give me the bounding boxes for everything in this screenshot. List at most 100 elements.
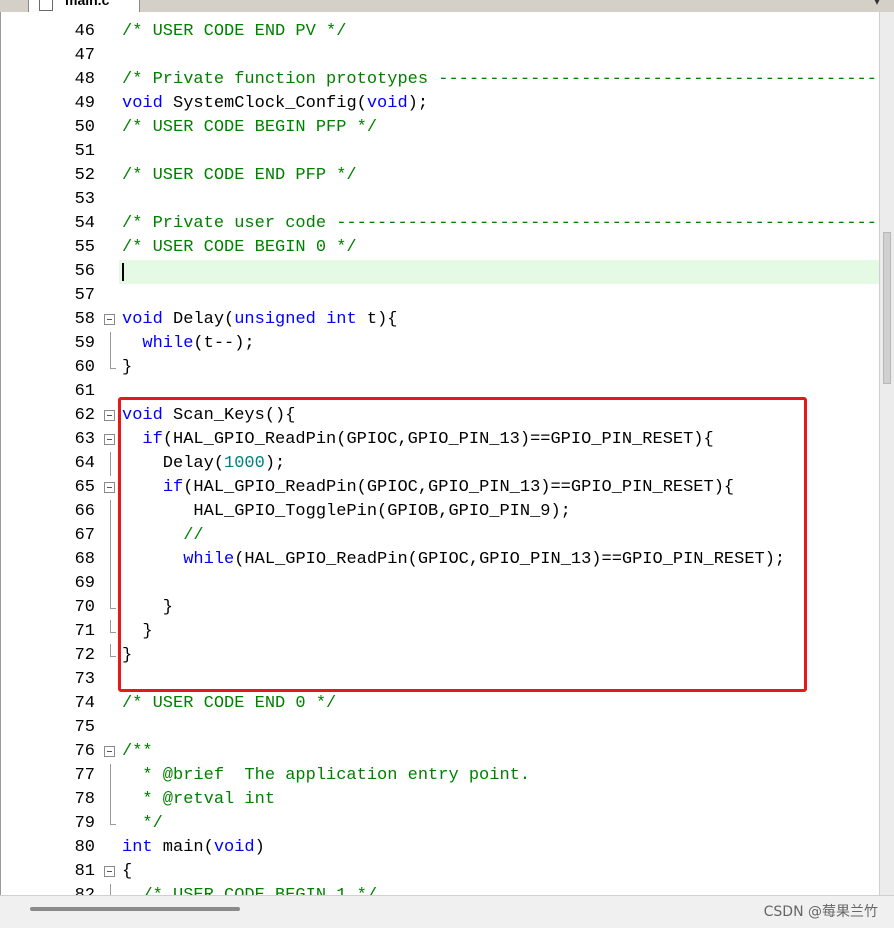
fold-toggle-icon[interactable] [104,410,115,421]
line-number: 61 [74,382,95,401]
fold-guide [110,548,111,572]
code-text: void SystemClock_Config(void); [122,92,428,116]
code-line[interactable]: 52 /* USER CODE END PFP */ [1,164,881,188]
code-text: /* USER CODE BEGIN PFP */ [122,116,377,140]
code-line[interactable]: 56 [1,260,881,284]
comment-token: /* USER CODE END PV */ [122,22,347,41]
code-line[interactable]: 60} [1,356,881,380]
code-line[interactable]: 46 /* USER CODE END PV */ [1,20,881,44]
horizontal-scroll-thumb[interactable] [30,907,240,911]
comment-token: /* Private function prototypes ---------… [122,70,881,89]
fold-guide [110,452,111,476]
fold-toggle-icon[interactable] [104,482,115,493]
keyword-token: while [142,334,194,353]
line-number: 47 [74,46,95,65]
line-number: 68 [74,550,95,569]
line-number: 53 [74,190,95,209]
code-line[interactable]: 55 /* USER CODE BEGIN 0 */ [1,236,881,260]
keyword-token: int [326,310,357,329]
code-text: /* Private function prototypes ---------… [122,68,881,92]
keyword-token: void [122,310,163,329]
tab-label: main.c [65,0,110,8]
comment-token: /* USER CODE END 0 */ [122,694,337,713]
vertical-scroll-thumb[interactable] [883,232,891,384]
line-number: 60 [74,358,95,377]
code-token: } [122,358,133,377]
code-text: /** [122,740,153,764]
fold-end-marker [110,596,116,609]
line-number: 70 [74,598,95,617]
code-line[interactable]: 77 * @brief The application entry point. [1,764,881,788]
highlight-box [118,397,807,692]
line-number: 65 [74,478,95,497]
line-number: 55 [74,238,95,257]
code-line[interactable]: 53 [1,188,881,212]
line-number: 74 [74,694,95,713]
code-token: ) [254,838,265,857]
fold-toggle-icon[interactable] [104,746,115,757]
code-line[interactable]: 74 /* USER CODE END 0 */ [1,692,881,716]
fold-toggle-icon[interactable] [104,866,115,877]
line-number: 57 [74,286,95,305]
line-number: 63 [74,430,95,449]
line-number: 77 [74,766,95,785]
code-line[interactable]: 80 int main(void) [1,836,881,860]
line-number: 69 [74,574,95,593]
line-number: 78 [74,790,95,809]
vertical-scrollbar[interactable] [879,12,894,896]
tab-main-c[interactable]: main.c [28,0,140,12]
code-token: ); [407,94,429,113]
line-number: 76 [74,742,95,761]
code-line[interactable]: 58 void Delay(unsigned int t){ [1,308,881,332]
code-line[interactable]: 54 /* Private user code -----------------… [1,212,881,236]
code-line[interactable]: 48 /* Private function prototypes -------… [1,68,881,92]
horizontal-scrollbar[interactable]: CSDN @莓果兰竹 [0,895,894,928]
code-line[interactable]: 49 void SystemClock_Config(void); [1,92,881,116]
c-file-icon [39,0,53,11]
line-number: 56 [74,262,95,281]
line-number: 49 [74,94,95,113]
code-text: /* Private user code -------------------… [122,212,881,236]
keyword-token: int [122,838,153,857]
code-token: { [122,862,133,881]
fold-guide [110,500,111,524]
line-number: 81 [74,862,95,881]
code-token: t){ [356,310,398,329]
line-number: 58 [74,310,95,329]
line-number: 72 [74,646,95,665]
code-token: (t--); [193,334,255,353]
comment-token: * @brief The application entry point. [122,766,531,785]
line-number: 51 [74,142,95,161]
keyword-token: void [213,838,255,857]
code-text: void Delay(unsigned int t){ [122,308,397,332]
keyword-token: unsigned [234,310,316,329]
tab-list-chevron-icon[interactable]: ▾ [874,0,880,8]
line-number: 54 [74,214,95,233]
code-line[interactable]: 47 [1,44,881,68]
code-line[interactable]: 57 [1,284,881,308]
code-token: main( [152,838,214,857]
fold-end-marker [110,644,116,657]
code-line[interactable]: 50 /* USER CODE BEGIN PFP */ [1,116,881,140]
code-line[interactable]: 51 [1,140,881,164]
line-number: 52 [74,166,95,185]
code-line[interactable]: 59 while(t--); [1,332,881,356]
code-line[interactable]: 79 */ [1,812,881,836]
line-number: 80 [74,838,95,857]
line-number: 66 [74,502,95,521]
code-text: /* USER CODE END PFP */ [122,164,357,188]
fold-guide [110,572,111,596]
fold-end-marker [110,812,116,825]
fold-toggle-icon[interactable] [104,314,115,325]
fold-toggle-icon[interactable] [104,434,115,445]
code-text: * @retval int [122,788,275,812]
code-line[interactable]: 75 [1,716,881,740]
code-line[interactable]: 78 * @retval int [1,788,881,812]
code-text: */ [122,812,163,836]
line-number: 75 [74,718,95,737]
code-line[interactable]: 76 /** [1,740,881,764]
comment-token: */ [122,814,163,833]
code-line[interactable]: 81 { [1,860,881,884]
